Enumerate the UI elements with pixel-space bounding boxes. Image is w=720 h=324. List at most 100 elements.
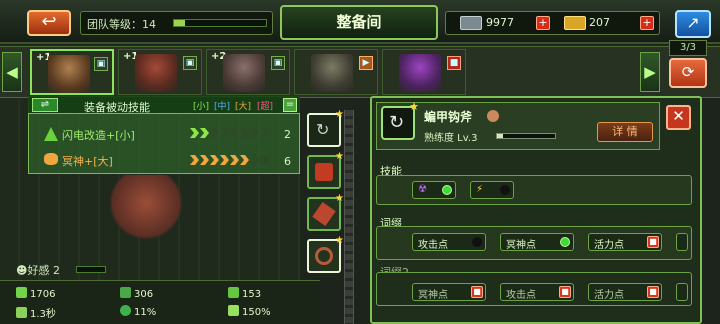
chevron-right-icon: ▶ bbox=[644, 63, 656, 81]
hero-portrait bbox=[223, 54, 265, 92]
skill-toggle[interactable] bbox=[500, 185, 510, 195]
hero-portrait bbox=[135, 54, 177, 92]
armor-icon bbox=[120, 287, 131, 298]
exit-button[interactable]: ↗ bbox=[675, 10, 711, 38]
affix-attack[interactable]: 攻击点 bbox=[412, 233, 486, 251]
roster-prev-button[interactable]: ◀ bbox=[2, 52, 22, 92]
exit-icon: ↗ bbox=[686, 13, 700, 32]
currency-bar: 9977 + 207 + bbox=[445, 11, 660, 35]
skill-name: 闪电改造+[小] bbox=[62, 129, 135, 142]
hero-card-icon: ▣ bbox=[183, 56, 197, 70]
skill-count: 6 bbox=[284, 155, 291, 168]
lock-icon: ■ bbox=[447, 56, 461, 70]
stat-hp: 1706 bbox=[16, 287, 55, 300]
gold-value: 207 bbox=[589, 16, 610, 29]
tier-super: [超] bbox=[257, 102, 274, 112]
add-gold-button[interactable]: + bbox=[640, 16, 654, 30]
team-level-label: 团队等级：14 bbox=[87, 18, 156, 31]
hero-figure bbox=[110, 175, 190, 245]
stat-armor: 306 bbox=[120, 287, 153, 300]
star-icon: ★ bbox=[409, 100, 419, 113]
equals-button[interactable]: = bbox=[283, 98, 297, 112]
swap-button[interactable]: ⇌ bbox=[32, 98, 58, 112]
roster-slot[interactable]: +1 ▣ bbox=[30, 49, 114, 95]
attack-icon bbox=[228, 287, 239, 298]
hero-card-icon: ▣ bbox=[271, 56, 285, 70]
star-icon: ★ bbox=[335, 151, 344, 162]
lock-icon: ■ bbox=[559, 286, 571, 298]
roster-next-button[interactable]: ▶ bbox=[640, 52, 660, 92]
crit-damage-icon bbox=[228, 305, 239, 316]
lock-icon: ■ bbox=[471, 286, 483, 298]
crit-icon bbox=[120, 305, 131, 316]
roster-counter: 3/3 bbox=[669, 40, 707, 56]
lock-icon: ■ bbox=[647, 236, 659, 248]
affix2-reaper[interactable]: 冥神点 ■ bbox=[412, 283, 486, 301]
back-button[interactable]: ↩ bbox=[27, 10, 71, 36]
page-title: 整备间 bbox=[280, 5, 438, 40]
hero-portrait bbox=[399, 54, 441, 92]
tier-small: [小] bbox=[193, 102, 210, 112]
tier-medium: [中] bbox=[214, 102, 231, 112]
equipment-slot-armor[interactable]: ★ bbox=[307, 151, 344, 189]
hero-card-icon: ▣ bbox=[94, 57, 108, 71]
hook-axe-icon: ↻ bbox=[316, 120, 330, 139]
cash-icon bbox=[460, 16, 482, 30]
skill-toggle[interactable] bbox=[442, 185, 452, 195]
affix-toggle[interactable] bbox=[472, 237, 482, 247]
chevron-left-icon: ◀ bbox=[6, 63, 18, 81]
transfer-icon: ▶ bbox=[359, 56, 373, 70]
star-icon: ★ bbox=[335, 109, 344, 120]
affix2-attack[interactable]: 攻击点 ■ bbox=[500, 283, 574, 301]
star-icon: ★ bbox=[335, 193, 344, 204]
equipment-rail bbox=[344, 110, 354, 324]
affix-reaper[interactable]: 冥神点 bbox=[500, 233, 574, 251]
reaper-skill-icon bbox=[44, 153, 58, 165]
passive-skills-title: 装备被动技能 bbox=[84, 101, 150, 114]
favor-bar bbox=[76, 266, 106, 273]
affix2-more[interactable] bbox=[676, 283, 688, 301]
roster-slot[interactable]: +2 ▣ bbox=[206, 49, 290, 95]
stat-speed: 1.3秒 bbox=[16, 305, 56, 320]
equipment-slot-accessory[interactable]: ★ bbox=[307, 193, 344, 231]
hero-portrait bbox=[311, 54, 353, 92]
add-cash-button[interactable]: + bbox=[536, 16, 550, 30]
tier-large: [大] bbox=[235, 102, 252, 112]
refresh-button[interactable]: ⟳ bbox=[669, 58, 707, 88]
favor-value: 好感 2 bbox=[27, 264, 60, 277]
affix-toggle[interactable] bbox=[560, 237, 570, 247]
affix-vitality[interactable]: 活力点 ■ bbox=[588, 233, 662, 251]
star-icon: ★ bbox=[335, 235, 344, 246]
skill-count: 2 bbox=[284, 128, 291, 141]
equipment-slot-module[interactable]: ★ bbox=[307, 235, 344, 273]
gold-icon bbox=[564, 16, 586, 30]
skill-slot-1[interactable]: ☢ bbox=[412, 181, 456, 199]
ring-item-icon bbox=[315, 247, 333, 265]
hero-avatar-icon bbox=[487, 110, 499, 122]
detail-button[interactable]: 详 情 bbox=[597, 122, 653, 142]
lightning-icon: ⚡ bbox=[476, 184, 484, 195]
affix2-vitality[interactable]: 活力点 ■ bbox=[588, 283, 662, 301]
blade-item-icon bbox=[312, 202, 336, 226]
affix-more[interactable] bbox=[676, 233, 688, 251]
team-level-bar bbox=[173, 19, 267, 27]
weapon-name: 蝙甲钩斧 bbox=[424, 110, 473, 124]
weapon-icon: ↻ ★ bbox=[381, 100, 419, 140]
roster-slot[interactable]: ▶ bbox=[294, 49, 378, 95]
close-button[interactable]: ✕ bbox=[666, 105, 691, 130]
lock-icon: ■ bbox=[647, 286, 659, 298]
armor-item-icon bbox=[315, 163, 333, 181]
proficiency-label: 熟练度 Lv.3 bbox=[424, 133, 478, 144]
stat-attack: 153 bbox=[228, 287, 261, 300]
hero-portrait bbox=[48, 55, 90, 93]
skill-slot-2[interactable]: ⚡ bbox=[470, 181, 514, 199]
skill-progress bbox=[190, 155, 270, 168]
hp-icon bbox=[16, 287, 27, 298]
roster-slot[interactable]: ■ bbox=[382, 49, 466, 95]
hero-stats: 1706 306 153 1.3秒 11% 150% bbox=[0, 280, 320, 324]
equipment-slot-weapon[interactable]: ★ ↻ bbox=[307, 109, 344, 147]
team-level-fill bbox=[174, 20, 186, 26]
skill-progress bbox=[190, 128, 270, 141]
stat-crit: 11% bbox=[120, 305, 156, 318]
roster-slot[interactable]: +1 ▣ bbox=[118, 49, 202, 95]
